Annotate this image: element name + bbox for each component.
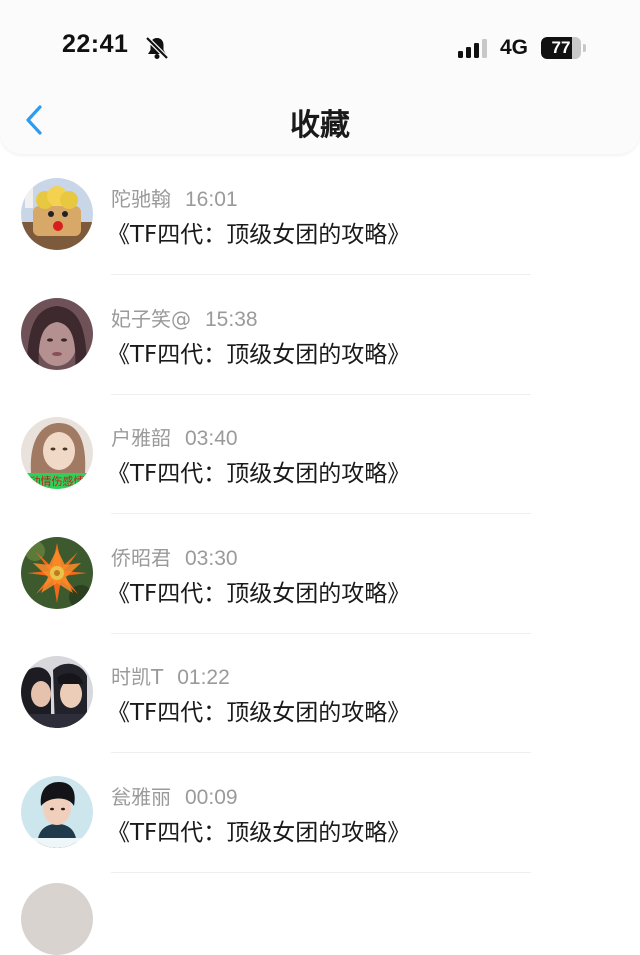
avatar[interactable] xyxy=(21,297,93,370)
list-item[interactable]: 侨昭君 03:30 《TF四代：顶级女团的攻略》 xyxy=(0,517,640,637)
favorites-list: 陀驰翰 16:01 《TF四代：顶级女团的攻略》 妃子笑@ 15:38 《TF四代：… xyxy=(0,158,640,875)
item-time: 16:01 xyxy=(185,188,238,211)
status-time: 22:41 xyxy=(62,30,129,58)
avatar[interactable] xyxy=(21,656,93,728)
item-time: 03:30 xyxy=(185,546,238,570)
list-item[interactable]: 时凯T 01:22 《TF四代：顶级女团的攻略》 xyxy=(0,636,640,756)
divider xyxy=(111,871,531,873)
item-title[interactable]: 《TF四代：顶级女团的攻略》 xyxy=(107,335,410,369)
item-title[interactable]: 《TF四代：顶级女团的攻略》 xyxy=(107,813,410,847)
list-item[interactable]: 妃子笑@ 15:38 《TF四代：顶级女团的攻略》 xyxy=(0,278,640,398)
item-meta: 侨昭君 03:30 xyxy=(111,542,238,571)
item-user-name: 时凯T xyxy=(111,665,164,689)
item-meta: 妃子笑@ 15:38 xyxy=(111,303,258,332)
item-title[interactable]: 《TF四代：顶级女团的攻略》 xyxy=(107,454,410,488)
divider xyxy=(111,393,531,395)
network-type: 4G xyxy=(500,36,529,59)
divider xyxy=(111,274,531,275)
divider xyxy=(111,513,531,514)
nav-bar: 收藏 xyxy=(0,96,640,154)
item-user-name: 户雅韶 xyxy=(111,426,171,450)
divider xyxy=(111,632,531,634)
divider xyxy=(111,752,531,753)
avatar[interactable] xyxy=(21,178,93,250)
list-item[interactable]: 瓮雅丽 00:09 《TF四代：顶级女团的攻略》 xyxy=(0,756,640,876)
item-user-name: 瓮雅丽 xyxy=(111,784,171,809)
item-time: 03:40 xyxy=(185,427,238,450)
avatar[interactable]: 动情伤感情 xyxy=(21,417,93,489)
battery-icon: 77 xyxy=(541,37,587,59)
item-meta: 时凯T 01:22 xyxy=(111,661,230,690)
signal-icon xyxy=(458,39,487,58)
item-user-name: 妃子笑@ xyxy=(111,306,191,331)
item-meta: 户雅韶 03:40 xyxy=(111,422,238,451)
item-time: 15:38 xyxy=(205,307,258,331)
item-time: 01:22 xyxy=(177,666,230,689)
item-meta: 瓮雅丽 00:09 xyxy=(111,781,238,810)
item-user-name: 陀驰翰 xyxy=(111,187,171,211)
avatar[interactable] xyxy=(21,775,93,848)
item-user-name: 侨昭君 xyxy=(111,545,171,570)
item-title[interactable]: 《TF四代：顶级女团的攻略》 xyxy=(107,215,410,249)
status-bar: 22:41 4G 77 xyxy=(0,0,640,96)
list-item[interactable]: 陀驰翰 16:01 《TF四代：顶级女团的攻略》 xyxy=(0,158,640,278)
item-title[interactable]: 《TF四代：顶级女团的攻略》 xyxy=(107,574,410,608)
item-time: 00:09 xyxy=(185,785,238,809)
bell-slash-icon xyxy=(145,36,169,60)
item-meta: 陀驰翰 16:01 xyxy=(111,183,238,212)
battery-percent: 77 xyxy=(551,38,571,57)
list-item[interactable]: 动情伤感情 户雅韶 03:40 《TF四代：顶级女团的攻略》 xyxy=(0,397,640,517)
avatar-banner-text: 动情伤感情 xyxy=(30,475,85,488)
avatar[interactable] xyxy=(21,536,93,609)
avatar[interactable] xyxy=(21,883,93,955)
item-title[interactable]: 《TF四代：顶级女团的攻略》 xyxy=(107,693,410,727)
page-title: 收藏 xyxy=(290,108,350,143)
